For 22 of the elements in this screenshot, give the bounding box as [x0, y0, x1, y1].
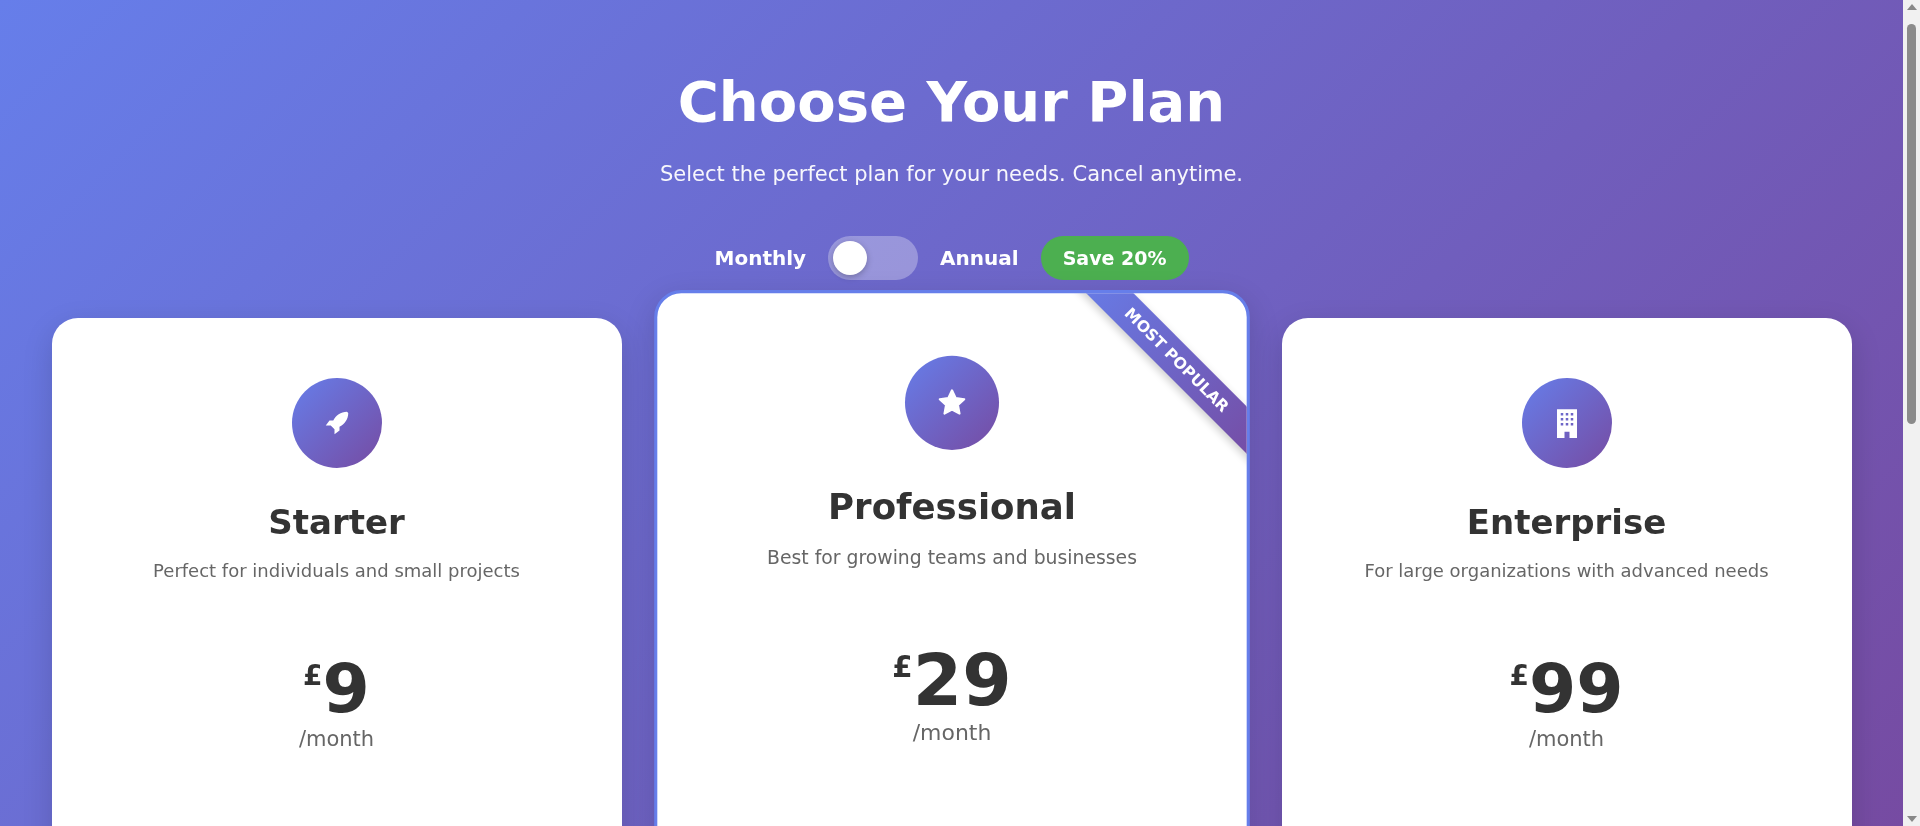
discount-badge: Save 20% — [1040, 236, 1189, 280]
currency-symbol: £ — [1509, 659, 1529, 692]
currency-symbol: £ — [303, 659, 323, 692]
plan-description: Perfect for individuals and small projects — [153, 560, 520, 581]
plan-description: Best for growing teams and businesses — [766, 546, 1137, 568]
plan-name: Starter — [268, 502, 405, 542]
page-title: Choose Your Plan — [677, 68, 1226, 136]
price-period: /month — [298, 727, 375, 751]
price-period: /month — [912, 720, 991, 746]
monthly-label: Monthly — [714, 246, 807, 270]
plan-description: For large organizations with advanced needs — [1364, 560, 1769, 581]
plan-price: 99 — [1528, 651, 1624, 727]
plan-name: Enterprise — [1466, 502, 1667, 542]
plan-name: Professional — [827, 485, 1076, 528]
scrollbar[interactable] — [1903, 0, 1920, 826]
currency-symbol: £ — [891, 649, 913, 684]
annual-label: Annual — [940, 246, 1019, 270]
plan-price: 9 — [322, 651, 370, 727]
price-period: /month — [1528, 727, 1605, 751]
plan-price: 29 — [912, 641, 1012, 721]
billing-toggle[interactable] — [828, 236, 919, 280]
page-subtitle: Select the perfect plan for your needs. Cancel anytime. — [660, 162, 1243, 186]
